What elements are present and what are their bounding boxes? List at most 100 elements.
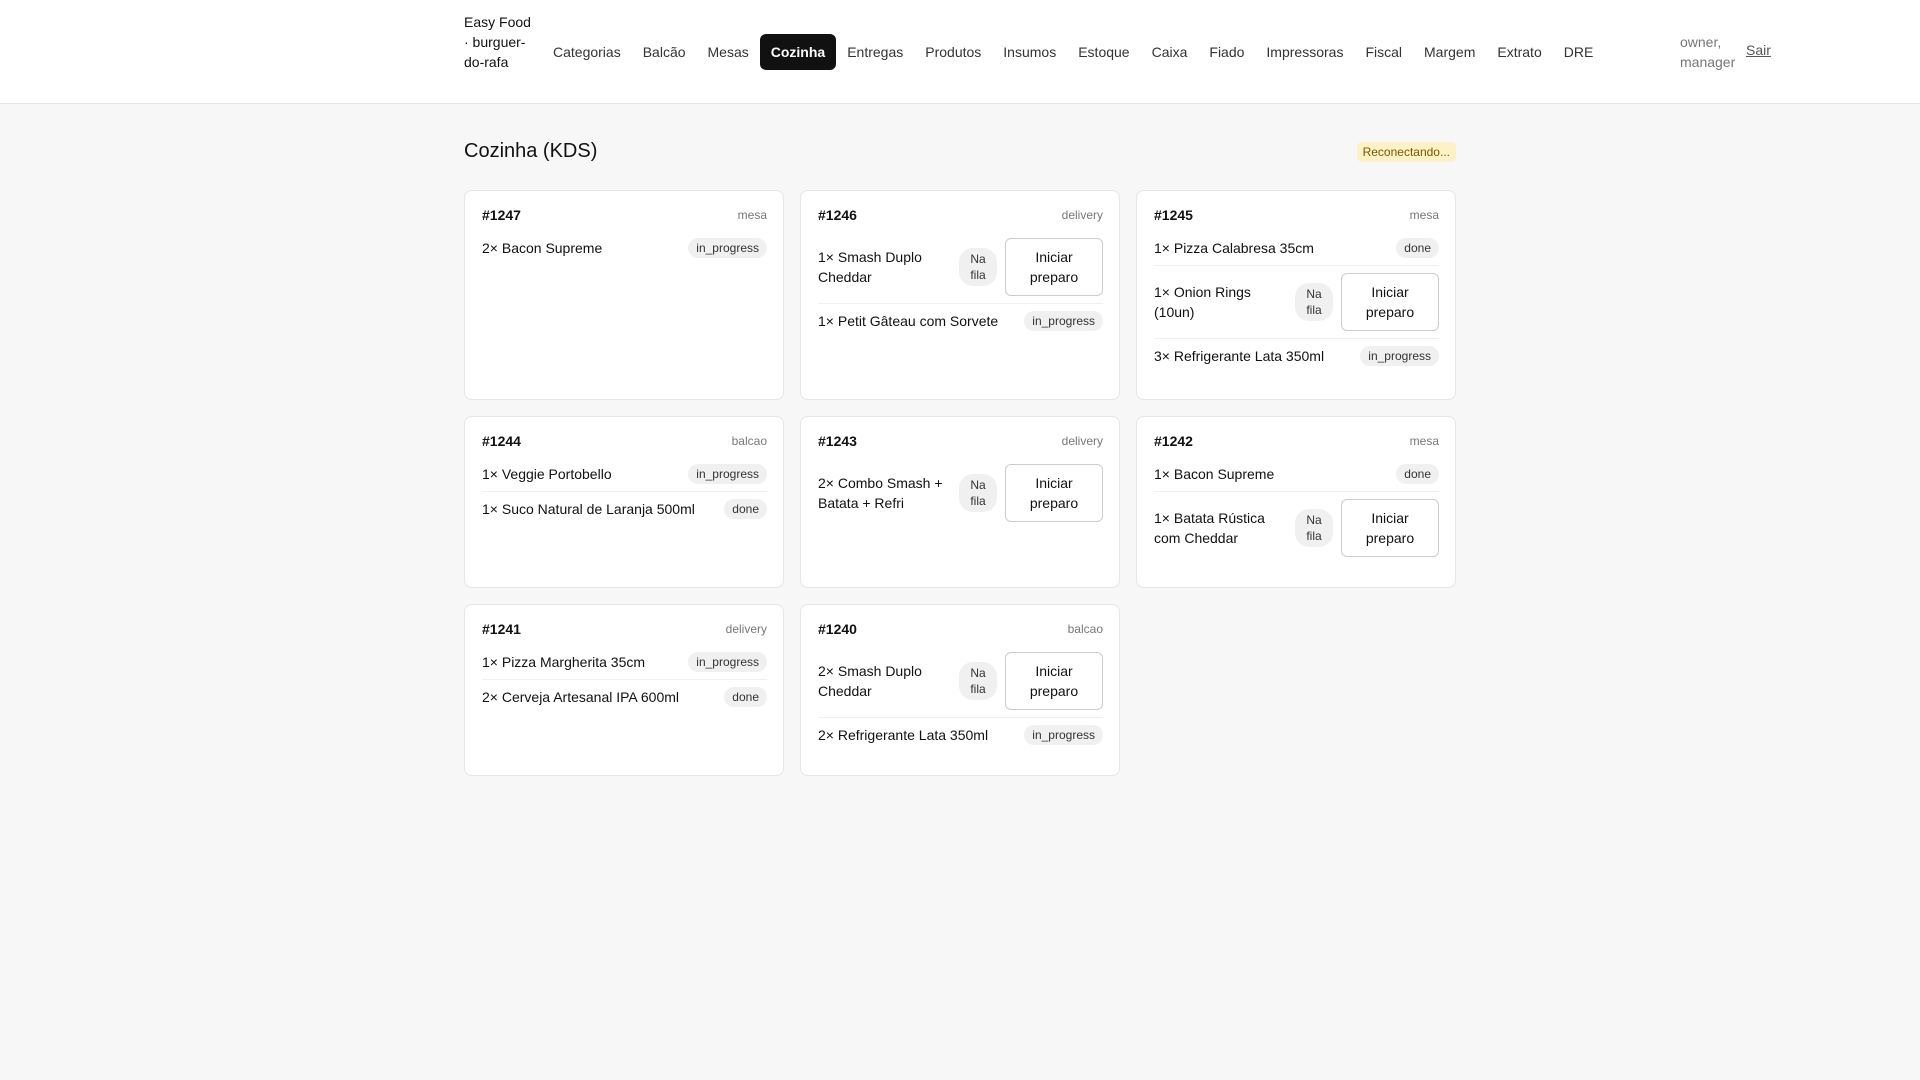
order-number: #1245 xyxy=(1154,207,1193,223)
item-status-badge: in_progress xyxy=(1024,725,1103,745)
order-card-header: #1247 mesa xyxy=(482,207,767,223)
nav-item-fiado[interactable]: Fiado xyxy=(1198,34,1255,70)
item-status-badge: Na fila xyxy=(959,248,997,286)
nav-item-produtos[interactable]: Produtos xyxy=(914,34,992,70)
nav-item-dre[interactable]: DRE xyxy=(1553,34,1605,70)
order-item: 1× Smash Duplo Cheddar Na fila Iniciar pre… xyxy=(818,231,1103,304)
page-title: Cozinha (KDS) xyxy=(464,140,598,162)
nav-item-mesas[interactable]: Mesas xyxy=(697,34,760,70)
order-type: balcao xyxy=(1067,622,1103,636)
item-status-badge: Na fila xyxy=(959,474,997,512)
order-type: mesa xyxy=(1409,208,1439,222)
order-item-name: 1× Pizza Margherita 35cm xyxy=(482,654,646,670)
order-item-name: 2× Bacon Supreme xyxy=(482,240,603,256)
order-item-name: 1× Onion Rings (10un) xyxy=(1154,284,1251,320)
nav-item-extrato[interactable]: Extrato xyxy=(1486,34,1552,70)
order-card-header: #1243 delivery xyxy=(818,433,1103,449)
order-type: delivery xyxy=(1061,208,1103,222)
order-card: #1245 mesa 1× Pizza Calabresa 35cm done 1× O… xyxy=(1136,190,1456,400)
nav-item-caixa[interactable]: Caixa xyxy=(1141,34,1199,70)
orders-grid: #1247 mesa 2× Bacon Supreme in_progress #124… xyxy=(464,190,1456,776)
order-card: #1242 mesa 1× Bacon Supreme done 1× Batata R… xyxy=(1136,416,1456,588)
item-status-badge: done xyxy=(724,687,767,707)
order-card-header: #1244 balcao xyxy=(482,433,767,449)
item-status-badge: in_progress xyxy=(688,464,767,484)
order-type: balcao xyxy=(731,434,767,448)
order-item-name: 1× Smash Duplo Cheddar xyxy=(818,249,922,285)
order-card-header: #1245 mesa xyxy=(1154,207,1439,223)
order-card-header: #1241 delivery xyxy=(482,621,767,637)
top-header: Easy Food · burguer-do-rafa Categorias Ba… xyxy=(0,0,1920,104)
item-status-badge: in_progress xyxy=(688,652,767,672)
connection-status-badge: Reconectando... xyxy=(1356,142,1456,162)
order-item: 1× Pizza Calabresa 35cm done xyxy=(1154,231,1439,266)
nav-item-margem[interactable]: Margem xyxy=(1413,34,1486,70)
order-item-name: 1× Bacon Supreme xyxy=(1154,466,1275,482)
start-prep-button[interactable]: Iniciar preparo xyxy=(1005,464,1103,522)
order-type: mesa xyxy=(737,208,767,222)
user-roles: owner, manager xyxy=(1680,34,1736,70)
order-card: #1243 delivery 2× Combo Smash + Batata + R… xyxy=(800,416,1120,588)
item-status-badge: Na fila xyxy=(1295,509,1333,547)
order-type: mesa xyxy=(1409,434,1439,448)
order-item: 2× Bacon Supreme in_progress xyxy=(482,231,767,265)
order-card-header: #1246 delivery xyxy=(818,207,1103,223)
order-item-name: 2× Smash Duplo Cheddar xyxy=(818,663,922,699)
order-card-header: #1242 mesa xyxy=(1154,433,1439,449)
order-item-name: 1× Veggie Portobello xyxy=(482,466,612,482)
item-status-badge: done xyxy=(1396,238,1439,258)
order-item: 2× Refrigerante Lata 350ml in_progress xyxy=(818,718,1103,752)
order-item-name: 2× Cerveja Artesanal IPA 600ml xyxy=(482,689,680,705)
order-number: #1241 xyxy=(482,621,521,637)
order-item-name: 2× Refrigerante Lata 350ml xyxy=(818,727,989,743)
order-card-header: #1240 balcao xyxy=(818,621,1103,637)
kds-main: Cozinha (KDS) Reconectando... #1247 mesa 2… xyxy=(464,104,1456,776)
start-prep-button[interactable]: Iniciar preparo xyxy=(1341,273,1439,331)
nav-item-categorias[interactable]: Categorias xyxy=(542,34,632,70)
item-status-badge: in_progress xyxy=(688,238,767,258)
order-item: 1× Pizza Margherita 35cm in_progress xyxy=(482,645,767,680)
order-item: 1× Suco Natural de Laranja 500ml done xyxy=(482,492,767,526)
order-item: 2× Smash Duplo Cheddar Na fila Iniciar pre… xyxy=(818,645,1103,718)
order-item-name: 1× Suco Natural de Laranja 500ml xyxy=(482,501,695,517)
item-status-badge: Na fila xyxy=(959,662,997,700)
order-item: 1× Batata Rústica com Cheddar Na fila Inic… xyxy=(1154,492,1439,564)
nav-item-entregas[interactable]: Entregas xyxy=(836,34,914,70)
order-number: #1242 xyxy=(1154,433,1193,449)
nav-item-impressoras[interactable]: Impressoras xyxy=(1255,34,1354,70)
nav-item-balcao[interactable]: Balcão xyxy=(632,34,697,70)
order-card: #1247 mesa 2× Bacon Supreme in_progress xyxy=(464,190,784,400)
order-item-name: 3× Refrigerante Lata 350ml xyxy=(1154,348,1325,364)
item-status-badge: Na fila xyxy=(1295,283,1333,321)
logout-link[interactable]: Sair xyxy=(1746,42,1771,58)
order-number: #1247 xyxy=(482,207,521,223)
start-prep-button[interactable]: Iniciar preparo xyxy=(1341,499,1439,557)
order-item-name: 1× Petit Gâteau com Sorvete xyxy=(818,313,999,329)
main-nav: Categorias Balcão Mesas Cozinha Entregas Prod… xyxy=(542,34,1604,70)
item-status-badge: done xyxy=(1396,464,1439,484)
nav-item-insumos[interactable]: Insumos xyxy=(992,34,1067,70)
order-type: delivery xyxy=(1061,434,1103,448)
start-prep-button[interactable]: Iniciar preparo xyxy=(1005,652,1103,710)
item-status-badge: in_progress xyxy=(1024,311,1103,331)
start-prep-button[interactable]: Iniciar preparo xyxy=(1005,238,1103,296)
order-item: 1× Veggie Portobello in_progress xyxy=(482,457,767,492)
order-item-name: 1× Batata Rústica com Cheddar xyxy=(1154,510,1265,546)
order-item-name: 1× Pizza Calabresa 35cm xyxy=(1154,240,1314,256)
order-number: #1240 xyxy=(818,621,857,637)
nav-item-estoque[interactable]: Estoque xyxy=(1067,34,1140,70)
order-card: #1240 balcao 2× Smash Duplo Cheddar Na fila… xyxy=(800,604,1120,776)
order-number: #1243 xyxy=(818,433,857,449)
order-card: #1246 delivery 1× Smash Duplo Cheddar Na fi… xyxy=(800,190,1120,400)
order-card: #1241 delivery 1× Pizza Margherita 35cm in_… xyxy=(464,604,784,776)
order-item: 1× Bacon Supreme done xyxy=(1154,457,1439,492)
order-item: 2× Cerveja Artesanal IPA 600ml done xyxy=(482,680,767,714)
item-status-badge: in_progress xyxy=(1360,346,1439,366)
order-item-name: 2× Combo Smash + Batata + Refri xyxy=(818,475,943,511)
order-number: #1246 xyxy=(818,207,857,223)
nav-item-cozinha[interactable]: Cozinha xyxy=(759,34,837,70)
order-number: #1244 xyxy=(482,433,521,449)
order-type: delivery xyxy=(725,622,767,636)
order-item: 2× Combo Smash + Batata + Refri Na fila In… xyxy=(818,457,1103,529)
nav-item-fiscal[interactable]: Fiscal xyxy=(1354,34,1413,70)
